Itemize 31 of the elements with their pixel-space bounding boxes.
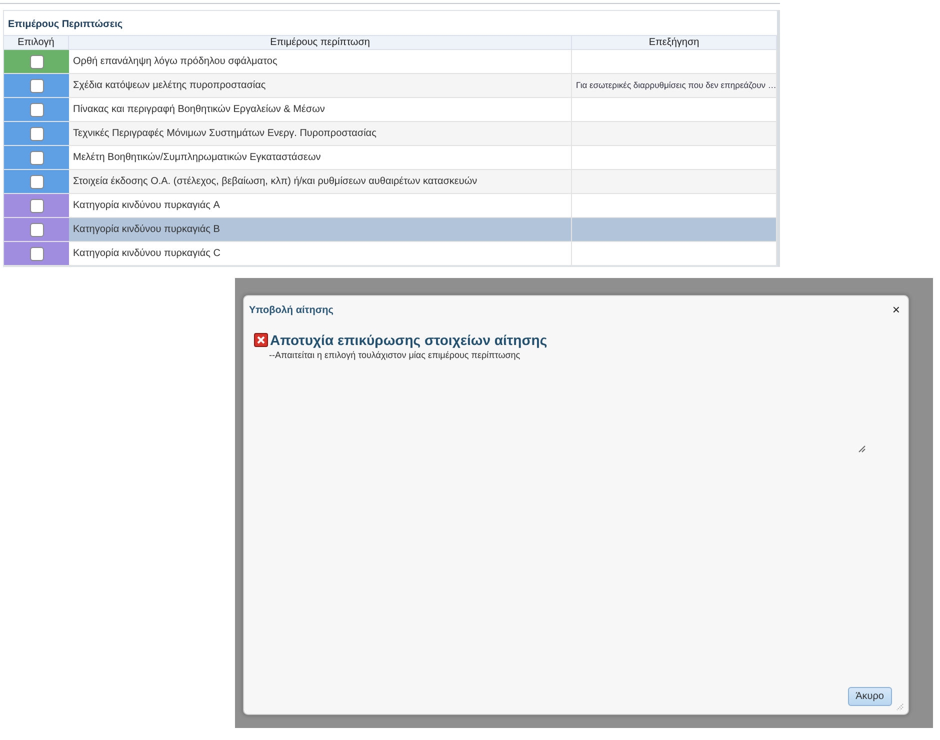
table-cell[interactable]: Κατηγορία κινδύνου πυρκαγιάς A bbox=[69, 194, 572, 218]
checkbox[interactable] bbox=[30, 150, 44, 164]
checkbox[interactable] bbox=[30, 198, 44, 212]
table-cell[interactable]: Πίνακας και περιγραφή Βοηθητικών Εργαλείων & Μέσων bbox=[69, 98, 572, 122]
checkbox[interactable] bbox=[30, 222, 44, 236]
column-header: Επιλογή bbox=[4, 35, 69, 50]
table-cell[interactable]: Ορθή επανάληψη λόγω πρόδηλου σφάλματος bbox=[69, 50, 572, 74]
cancel-button[interactable]: Άκυρο bbox=[848, 687, 892, 706]
column-header: Επιμέρους περίπτωση bbox=[69, 35, 572, 50]
table-cell[interactable]: Τεχνικές Περιγραφές Μόνιμων Συστημάτων Ενεργ. Πυροπροστασίας bbox=[69, 122, 572, 146]
error-icon bbox=[254, 333, 268, 347]
table-cell[interactable]: Στοιχεία έκδοσης Ο.Α. (στέλεχος, βεβαίωση, κλπ) ή/και ρυθμίσεων αυθαιρέτων κατασκευών bbox=[69, 170, 572, 194]
table-cell[interactable]: Κατηγορία κινδύνου πυρκαγιάς C bbox=[69, 242, 572, 266]
checkbox[interactable] bbox=[30, 54, 44, 68]
dialog-title: Υποβολή αίτησης bbox=[249, 304, 334, 316]
error-message: --Απαιτείται η επιλογή τουλάχιστον μίας επιμέρους περίπτωσης bbox=[268, 349, 522, 360]
close-button[interactable]: × bbox=[890, 304, 902, 316]
checkbox[interactable] bbox=[30, 126, 44, 140]
checkbox[interactable] bbox=[30, 246, 44, 260]
table-cell[interactable]: Κατηγορία κινδύνου πυρκαγιάς B bbox=[69, 218, 572, 242]
checkbox[interactable] bbox=[30, 174, 44, 188]
table-cell: Για εσωτερικές διαρρυθμίσεις που δεν επηρεάζουν … bbox=[572, 74, 777, 98]
checkbox[interactable] bbox=[30, 102, 44, 116]
checkbox[interactable] bbox=[30, 78, 44, 92]
resize-grip-icon bbox=[858, 445, 866, 453]
table-cell[interactable]: Μελέτη Βοηθητικών/Συμπληρωματικών Εγκαταστάσεων bbox=[69, 146, 572, 170]
resize-grip-icon bbox=[896, 703, 904, 711]
table-cell[interactable]: Σχέδια κατόψεων μελέτης πυροπροστασίας bbox=[69, 74, 572, 98]
error-heading: Αποτυχία επικύρωσης στοιχείων αίτησης bbox=[270, 332, 548, 348]
panel-title: Επιμέρους Περιπτώσεις bbox=[7, 18, 124, 32]
column-header: Επεξήγηση bbox=[572, 35, 777, 50]
